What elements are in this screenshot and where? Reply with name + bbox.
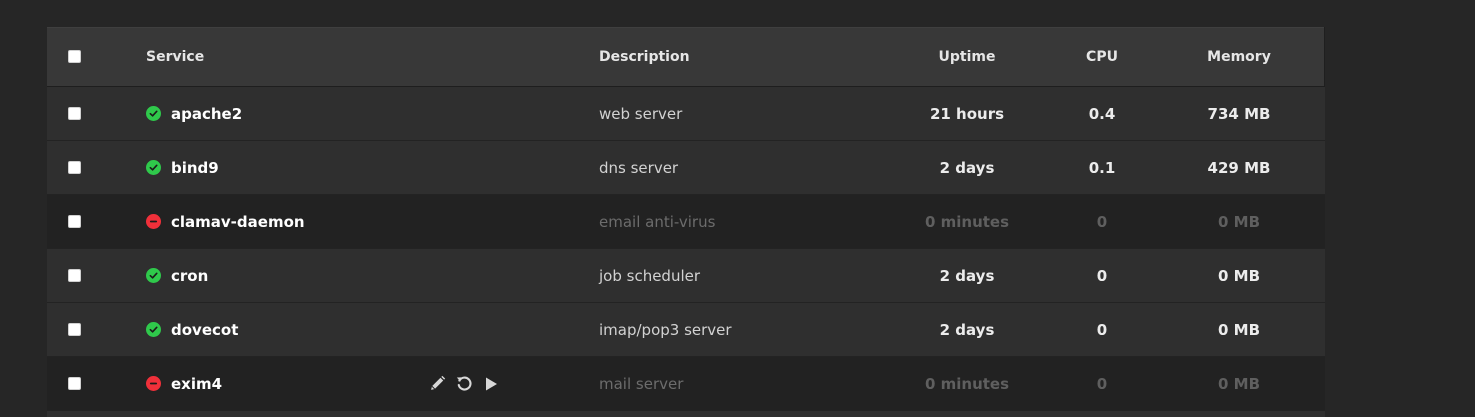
table-row[interactable]: apache2 web server 21 hours 0.4 734 MB	[47, 87, 1325, 141]
service-description: dns server	[599, 158, 679, 177]
service-description: web server	[599, 104, 683, 123]
select-all-checkbox[interactable]	[67, 50, 81, 63]
minus-circle-icon	[146, 376, 161, 391]
table-row[interactable]: bind9 dns server 2 days 0.1 429 MB	[47, 141, 1325, 195]
table-row[interactable]: clamav-daemon email anti-virus 0 minutes…	[47, 195, 1325, 249]
service-cpu: 0	[1096, 266, 1108, 285]
service-cpu: 0	[1096, 374, 1108, 393]
row-checkbox[interactable]	[67, 107, 81, 120]
service-description: mail server	[599, 374, 684, 393]
service-uptime: 0 minutes	[924, 212, 1010, 231]
row-checkbox[interactable]	[67, 323, 81, 336]
row-actions	[428, 357, 500, 410]
header-uptime[interactable]: Uptime	[907, 27, 1027, 86]
service-name[interactable]: cron	[171, 267, 208, 285]
service-memory: 0 MB	[1217, 374, 1261, 393]
service-memory: 734 MB	[1207, 104, 1271, 123]
check-circle-icon	[146, 322, 161, 337]
table-row[interactable]: dovecot imap/pop3 server 2 days 0 0 MB	[47, 303, 1325, 357]
service-name[interactable]: bind9	[171, 159, 219, 177]
services-table: Service Description Uptime CPU Memory ap…	[47, 27, 1325, 417]
service-name[interactable]: clamav-daemon	[171, 213, 305, 231]
service-memory: 429 MB	[1207, 158, 1271, 177]
check-circle-icon	[146, 106, 161, 121]
header-memory[interactable]: Memory	[1179, 27, 1299, 86]
check-circle-icon	[146, 268, 161, 283]
start-play-icon[interactable]	[482, 375, 500, 393]
header-cpu[interactable]: CPU	[1062, 27, 1142, 86]
row-checkbox[interactable]	[67, 161, 81, 174]
header-edge	[1324, 27, 1325, 86]
row-checkbox[interactable]	[67, 269, 81, 282]
service-uptime: 2 days	[939, 158, 995, 177]
row-checkbox[interactable]	[67, 215, 81, 228]
service-cpu: 0.1	[1088, 158, 1116, 177]
check-circle-icon	[146, 160, 161, 175]
service-cpu: 0.4	[1088, 104, 1116, 123]
service-uptime: 21 hours	[929, 104, 1005, 123]
minus-circle-icon	[146, 214, 161, 229]
edit-pencil-icon[interactable]	[428, 375, 446, 393]
service-description: email anti-virus	[599, 212, 716, 231]
service-description: imap/pop3 server	[599, 320, 732, 339]
table-row[interactable]: cron job scheduler 2 days 0 0 MB	[47, 249, 1325, 303]
service-uptime: 2 days	[939, 266, 995, 285]
service-name[interactable]: dovecot	[171, 321, 238, 339]
table-header: Service Description Uptime CPU Memory	[47, 27, 1325, 87]
restart-icon[interactable]	[455, 375, 473, 393]
header-description[interactable]: Description	[599, 27, 690, 86]
select-all-cell	[66, 27, 82, 86]
header-service[interactable]: Service	[146, 27, 204, 86]
service-memory: 0 MB	[1217, 320, 1261, 339]
table-row[interactable]: exim4 mail server 0 minutes 0 0 MB	[47, 357, 1325, 411]
service-cpu: 0	[1096, 212, 1108, 231]
service-uptime: 0 minutes	[924, 374, 1010, 393]
row-checkbox[interactable]	[67, 377, 81, 390]
service-description: job scheduler	[599, 266, 701, 285]
service-memory: 0 MB	[1217, 212, 1261, 231]
service-memory: 0 MB	[1217, 266, 1261, 285]
service-uptime: 2 days	[939, 320, 995, 339]
service-cpu: 0	[1096, 320, 1108, 339]
table-row-partial	[47, 411, 1325, 417]
service-name[interactable]: exim4	[171, 375, 222, 393]
service-name[interactable]: apache2	[171, 105, 242, 123]
